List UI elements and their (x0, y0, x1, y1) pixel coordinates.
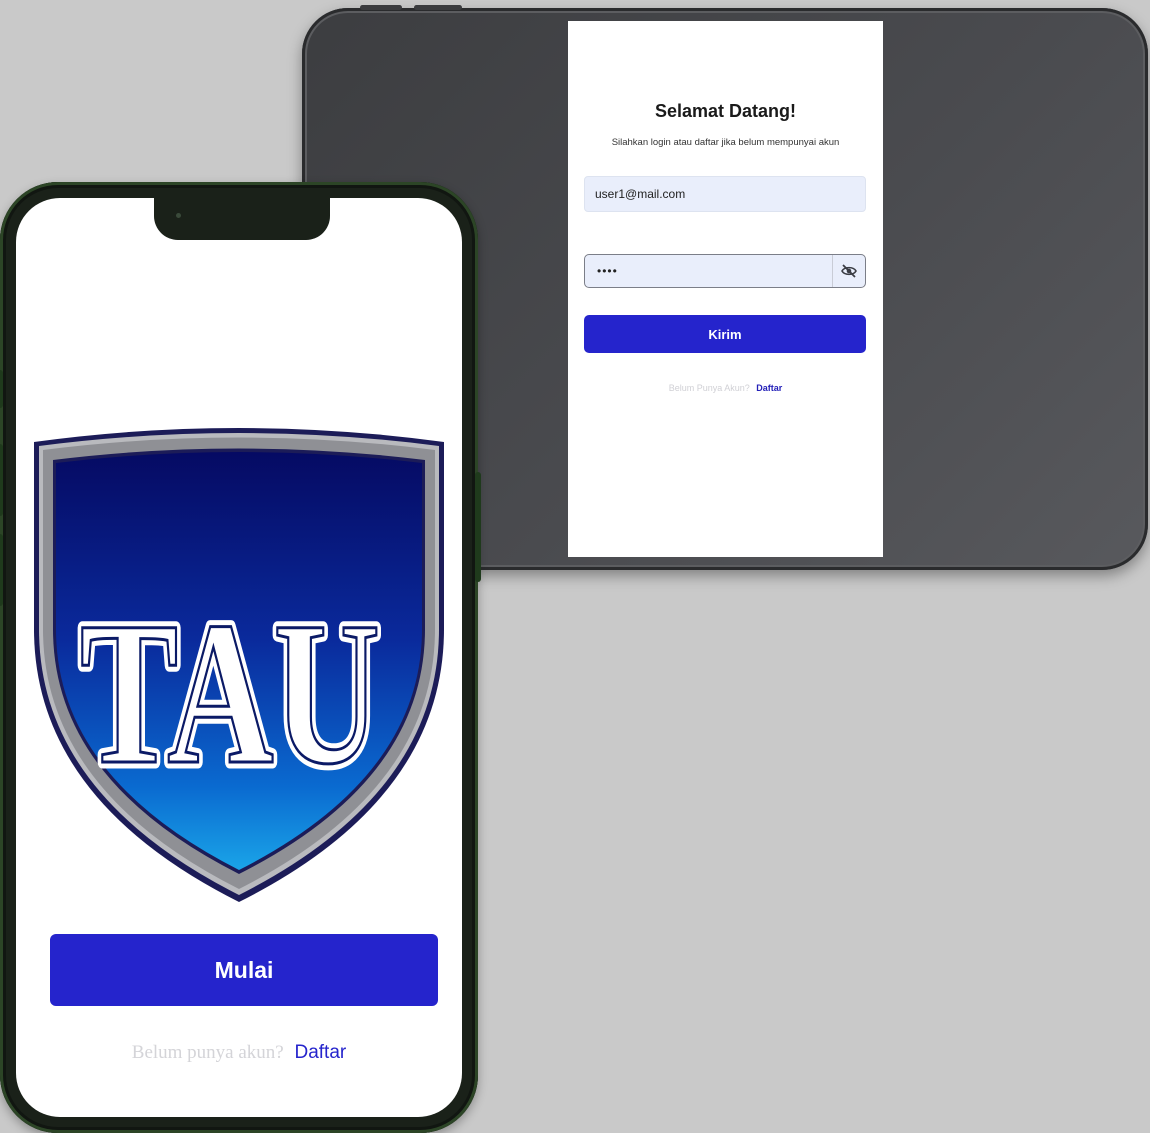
phone-power-button (475, 472, 481, 582)
phone-device: TAU TAU Mulai Belum punya akun? Daftar (0, 182, 481, 1133)
logo-text-inner: TAU (80, 580, 380, 807)
camera-icon (176, 213, 181, 218)
tablet-button (360, 5, 402, 10)
register-prompt: Belum Punya Akun? Daftar (568, 383, 883, 393)
phone-welcome-screen: TAU TAU Mulai Belum punya akun? Daftar (16, 198, 462, 1117)
password-value: •••• (597, 264, 618, 278)
register-prompt-text: Belum Punya Akun? (668, 383, 750, 393)
login-subtitle: Silahkan login atau daftar jika belum me… (611, 137, 840, 148)
login-title: Selamat Datang! (654, 101, 797, 121)
register-link[interactable]: Daftar (756, 383, 782, 393)
register-link[interactable]: Daftar (294, 1042, 346, 1063)
email-value: user1@mail.com (595, 187, 686, 201)
password-field[interactable]: •••• (584, 254, 866, 288)
eye-slash-icon[interactable] (832, 255, 865, 287)
submit-button[interactable]: Kirim (584, 315, 866, 353)
tablet-login-screen: Selamat Datang! Silahkan login atau daft… (568, 21, 883, 557)
start-button[interactable]: Mulai (50, 934, 438, 1006)
phone-mute-button (0, 370, 3, 408)
phone-notch (154, 198, 330, 240)
tau-shield-logo: TAU TAU (34, 428, 444, 902)
register-prompt-text: Belum punya akun? (131, 1042, 284, 1063)
phone-volume-down-button (0, 534, 3, 606)
tablet-button (414, 5, 462, 10)
phone-volume-up-button (0, 444, 3, 516)
register-prompt: Belum punya akun? Daftar (16, 1042, 462, 1064)
email-field[interactable]: user1@mail.com (584, 176, 866, 212)
